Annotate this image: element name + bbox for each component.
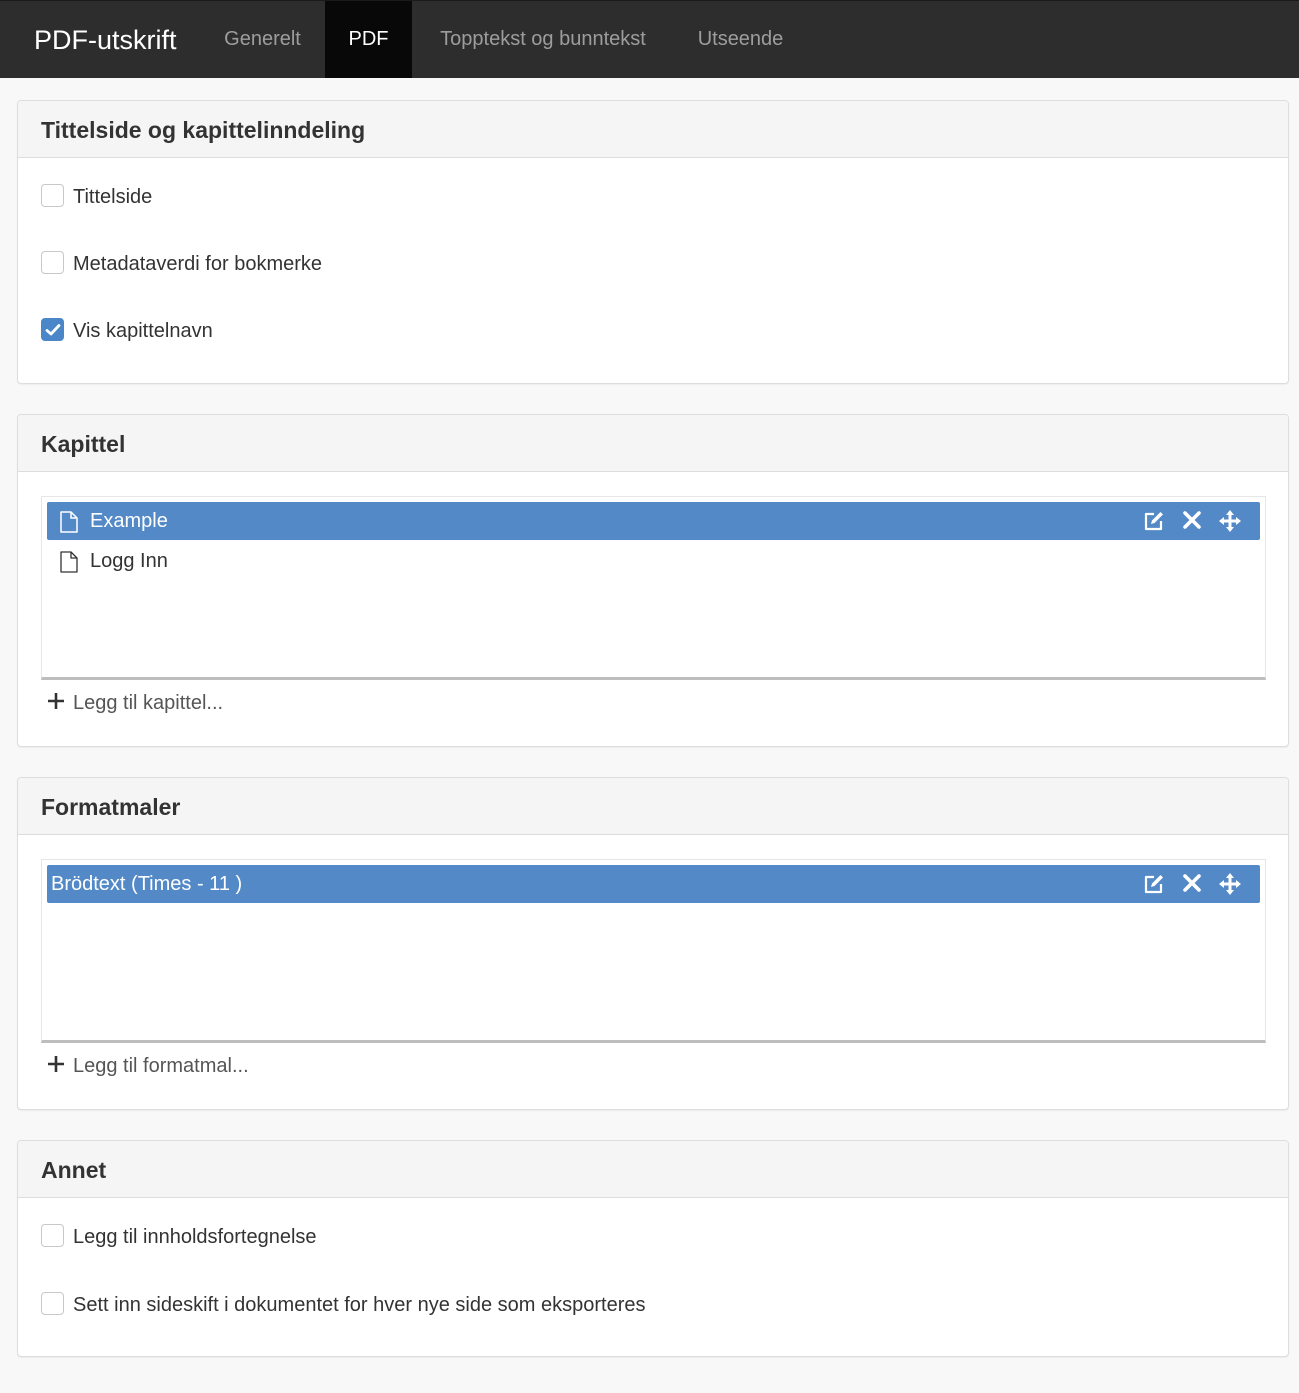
panel-styles: Formatmaler Brödtext (Times - 11 ) Legg … <box>17 777 1289 1110</box>
item-actions <box>1143 510 1243 532</box>
tab-utseende[interactable]: Utseende <box>674 1 807 78</box>
panel-heading: Kapittel <box>18 415 1288 472</box>
item-actions <box>1143 873 1243 895</box>
checkbox-label[interactable]: Vis kapittelnavn <box>73 318 213 344</box>
tab-topptekst-og-bunntekst[interactable]: Topptekst og bunntekst <box>412 1 674 78</box>
panel-other: Annet Legg til innholdsfortegnelse Sett … <box>17 1140 1289 1357</box>
checkbox-label[interactable]: Metadataverdi for bokmerke <box>73 251 322 277</box>
checkbox-metadataverdi[interactable] <box>41 251 64 274</box>
panel-title-section: Tittelside og kapittelinndeling Tittelsi… <box>17 100 1289 384</box>
panel-title: Formatmaler <box>41 794 181 820</box>
style-list[interactable]: Brödtext (Times - 11 ) <box>41 859 1266 1043</box>
plus-icon <box>48 1056 64 1072</box>
checkbox-label[interactable]: Tittelside <box>73 184 152 210</box>
chapter-item-logg-inn[interactable]: Logg Inn <box>47 542 1260 580</box>
checkbox-innholdsfortegnelse[interactable] <box>41 1224 64 1247</box>
tab-pdf[interactable]: PDF <box>325 1 412 78</box>
panel-title: Tittelside og kapittelinndeling <box>41 117 366 143</box>
panel-title: Annet <box>41 1157 107 1183</box>
style-item-brodtext[interactable]: Brödtext (Times - 11 ) <box>47 865 1260 903</box>
chapter-item-label: Example <box>90 510 168 532</box>
move-icon[interactable] <box>1219 873 1241 895</box>
close-icon[interactable] <box>1183 510 1201 532</box>
panel-title: Kapittel <box>41 431 126 457</box>
move-icon[interactable] <box>1219 510 1241 532</box>
checkbox-sideskift[interactable] <box>41 1292 64 1315</box>
edit-icon[interactable] <box>1143 510 1165 532</box>
close-icon[interactable] <box>1183 873 1201 895</box>
panel-heading: Annet <box>18 1141 1288 1198</box>
app-brand[interactable]: PDF-utskrift <box>34 23 177 57</box>
panel-chapters: Kapittel Example Logg Inn Legg til kapit… <box>17 414 1289 747</box>
add-style-label[interactable]: Legg til formatmal... <box>73 1053 249 1079</box>
checkbox-vis-kapittelnavn[interactable] <box>41 318 64 341</box>
document-icon <box>60 511 78 533</box>
chapter-list[interactable]: Example Logg Inn <box>41 496 1266 680</box>
top-navbar: PDF-utskrift Generelt PDF Topptekst og b… <box>0 0 1299 78</box>
panel-heading: Tittelside og kapittelinndeling <box>18 101 1288 158</box>
checkmark-icon <box>45 324 61 336</box>
tab-generelt[interactable]: Generelt <box>200 1 325 78</box>
document-icon <box>60 551 78 573</box>
checkbox-label[interactable]: Sett inn sideskift i dokumentet for hver… <box>73 1292 646 1318</box>
checkbox-label[interactable]: Legg til innholdsfortegnelse <box>73 1224 317 1250</box>
panel-heading: Formatmaler <box>18 778 1288 835</box>
edit-icon[interactable] <box>1143 873 1165 895</box>
style-item-label: Brödtext (Times - 11 ) <box>51 873 243 895</box>
add-chapter-label[interactable]: Legg til kapittel... <box>73 690 223 716</box>
chapter-item-example[interactable]: Example <box>47 502 1260 540</box>
checkbox-tittelside[interactable] <box>41 184 64 207</box>
plus-icon <box>48 693 64 709</box>
chapter-item-label: Logg Inn <box>90 550 168 572</box>
